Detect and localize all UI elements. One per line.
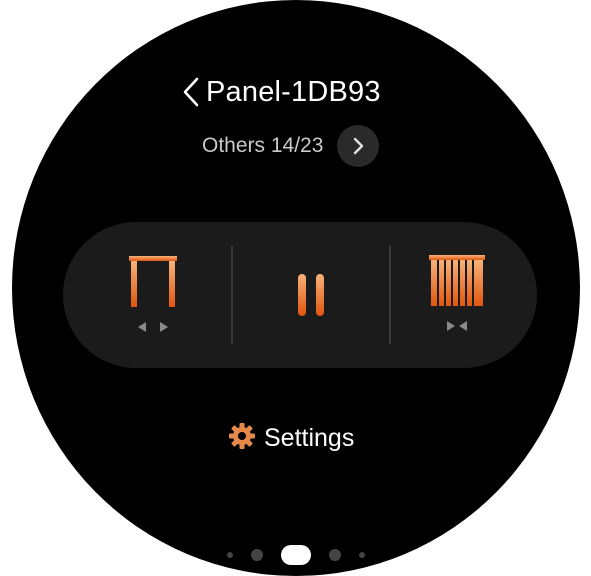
page-dot bbox=[251, 549, 263, 561]
settings-label: Settings bbox=[264, 423, 355, 452]
gear-icon bbox=[228, 422, 256, 455]
chevron-right-icon bbox=[354, 137, 364, 155]
curtain-open-icon bbox=[129, 256, 177, 332]
close-curtain-button[interactable] bbox=[391, 222, 523, 368]
back-arrow-icon[interactable] bbox=[182, 76, 204, 108]
category-row: Others 14/23 bbox=[202, 124, 380, 168]
curtain-close-icon bbox=[429, 255, 485, 331]
page-dot bbox=[359, 552, 365, 558]
device-title: Panel-1DB93 bbox=[206, 75, 381, 108]
title-bar: Panel-1DB93 bbox=[182, 72, 412, 112]
open-curtain-button[interactable] bbox=[83, 222, 223, 368]
pause-icon bbox=[298, 274, 324, 316]
page-dot bbox=[329, 549, 341, 561]
category-label: Others 14/23 bbox=[202, 134, 324, 157]
curtain-control-panel bbox=[63, 222, 537, 368]
pause-button[interactable] bbox=[233, 222, 389, 368]
page-dot-active bbox=[281, 545, 311, 565]
page-dot bbox=[227, 552, 233, 558]
page-indicator bbox=[12, 543, 580, 567]
settings-button[interactable]: Settings bbox=[228, 418, 354, 458]
next-category-button[interactable] bbox=[337, 125, 380, 167]
watch-screen: Panel-1DB93 Others 14/23 Settings bbox=[12, 0, 580, 576]
